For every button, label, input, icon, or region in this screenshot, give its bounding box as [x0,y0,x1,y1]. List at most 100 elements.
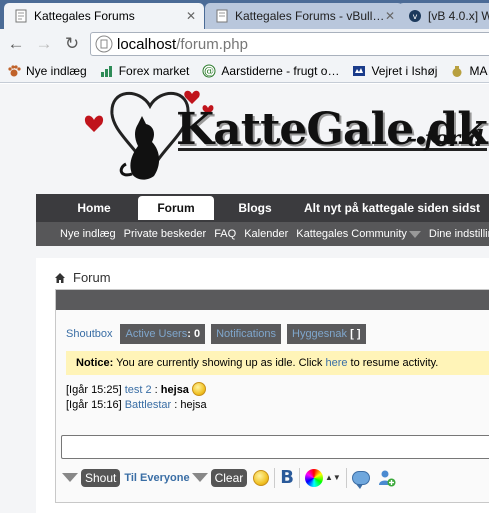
tab-alt-nyt[interactable]: Alt nyt på kattegale siden sidst [300,196,484,220]
smiley-icon [191,382,206,396]
bookmark-aarstiderne[interactable]: @ Aarstiderne - frugt o… [202,64,339,78]
breadcrumb: Forum [54,270,111,285]
toolbar-divider [299,467,300,488]
shout-message: [Igår 15:25] test 2 : hejsa [66,382,207,398]
bookmark-ma[interactable]: MA [450,64,487,78]
browser-tab-vb-wh[interactable]: v [vB 4.0.x] Wh [398,3,489,29]
subnav-private-beskeder[interactable]: Private beskeder [124,228,207,240]
forward-arrow-icon[interactable]: → [34,34,54,54]
aarstiderne-logo-icon: @ [202,64,216,78]
bookmark-label: Forex market [118,63,190,78]
svg-text:v: v [413,12,418,21]
bookmark-label: MA [469,63,488,78]
browser-tab-title: Kattegales Forums - vBull… [235,9,385,23]
room-count: [ ] [350,328,361,340]
vbulletin-icon: v [408,9,422,23]
subnav-community[interactable]: Kattegales Community [296,228,421,240]
notice-text: You are currently showing up as idle. Cl… [113,357,326,369]
shoutbox-tabs: Shoutbox Active Users: 0 Notifications H… [66,324,372,344]
subnav-kalender[interactable]: Kalender [244,228,288,240]
tab-notifications[interactable]: Notifications [211,324,281,344]
toolbar-divider [274,467,276,488]
home-icon[interactable] [54,272,66,284]
browser-tab-kattegales-forums[interactable]: Kattegales Forums ✕ [4,3,204,29]
collapse-arrow-icon[interactable] [62,473,78,482]
dmi-logo-icon [352,64,366,78]
chevron-down-icon [408,230,421,238]
svg-text:@: @ [204,66,214,77]
room-label: Hyggesnak [292,328,348,340]
money-bag-icon [450,64,464,78]
shout-messages: [Igår 15:25] test 2 : hejsa [Igår 15:16]… [66,382,207,413]
tab-blogs[interactable]: Blogs [222,196,288,220]
smilies-icon[interactable] [253,469,270,486]
site-tagline: – for d [406,126,484,152]
idle-notice: Notice: You are currently showing up as … [66,351,489,375]
address-bar[interactable]: localhost/forum.php [90,32,489,56]
chat-bubble-icon[interactable] [351,470,370,489]
breadcrumb-forum[interactable]: Forum [73,270,111,285]
bookmark-forex-market[interactable]: Forex market [100,63,190,78]
bookmark-label: Aarstiderne - frugt o… [221,63,340,78]
message-separator: : [151,384,161,396]
active-users-count: : 0 [187,328,201,340]
bookmark-vejret-i-ishoj[interactable]: Vejret i Ishøj [352,64,437,78]
main-navbar: Home Forum Blogs Alt nyt på kattegale si… [36,194,489,246]
shout-button[interactable]: Shout [81,468,121,487]
document-icon [14,9,28,23]
browser-tab-title: [vB 4.0.x] Wh [428,9,489,23]
toolbar-divider [345,467,347,488]
paw-icon [7,64,21,78]
message-time: [Igår 15:25] [66,384,122,396]
bookmark-label: Nye indlæg [26,63,87,78]
target-dropdown-icon[interactable] [191,473,208,482]
message-text: hejsa [160,384,189,396]
shoutbox-header [56,290,489,310]
browser-tab-kattegales-vbulletin[interactable]: Kattegales Forums - vBull… ✕ [205,3,403,29]
sub-navbar: Nye indlæg Private beskeder FAQ Kalender… [36,222,489,246]
url-path: /forum.php [176,35,248,53]
reload-icon[interactable]: ↻ [62,34,82,54]
shout-target-selector[interactable]: Til Everyone [124,472,189,484]
shout-controls: Shout Til Everyone Clear B ▲▼ [62,467,396,489]
message-user[interactable]: test 2 [125,384,152,396]
message-user[interactable]: Battlestar [125,399,171,411]
browser-tab-title: Kattegales Forums [34,9,135,23]
forum-page: KatteGale.dk – for d Home Forum Blogs Al… [0,84,489,513]
browser-tab-strip: Kattegales Forums ✕ Kattegales Forums - … [0,0,489,29]
shout-input[interactable] [61,435,489,459]
close-icon[interactable]: ✕ [186,9,196,23]
back-arrow-icon[interactable]: ← [6,34,26,54]
tab-home[interactable]: Home [48,196,140,220]
subnav-nye-indlaeg[interactable]: Nye indlæg [60,228,116,240]
site-logo[interactable]: KatteGale.dk – for d [80,84,489,194]
close-icon[interactable]: ✕ [385,9,395,23]
resume-activity-link[interactable]: here [325,357,347,369]
browser-toolbar: ← → ↻ localhost/forum.php [0,29,489,59]
main-content: Forum Shoutbox Active Users: 0 Notificat… [36,258,489,513]
color-palette-icon [305,468,323,487]
bold-icon[interactable]: B [280,467,294,488]
clear-button[interactable]: Clear [210,468,248,487]
color-picker[interactable]: ▲▼ [305,468,341,487]
tab-hyggesnak[interactable]: Hyggesnak [ ] [287,324,366,344]
tab-active-users[interactable]: Active Users: 0 [120,324,206,344]
subnav-faq[interactable]: FAQ [214,228,236,240]
subnav-dine-indstillinger[interactable]: Dine indstillinger [429,228,489,240]
subnav-community-label: Kattegales Community [296,228,407,240]
active-users-label: Active Users [125,328,188,340]
chevron-down-icon: ▲▼ [325,473,341,482]
tab-forum[interactable]: Forum [138,196,214,220]
notice-text-end: to resume activity. [347,357,439,369]
bookmarks-bar: Nye indlæg Forex market @ Aarstiderne - … [0,59,489,83]
page-icon [95,35,113,53]
message-separator: : [171,399,181,411]
chart-bars-icon [100,64,114,78]
notice-label: Notice: [76,357,114,369]
tab-shoutbox[interactable]: Shoutbox [66,328,112,340]
bookmark-label: Vejret i Ishøj [371,63,438,78]
document-icon [215,9,229,23]
bookmark-nye-indlaeg[interactable]: Nye indlæg [7,64,87,78]
user-add-icon[interactable] [378,469,396,487]
message-text: hejsa [180,399,207,411]
